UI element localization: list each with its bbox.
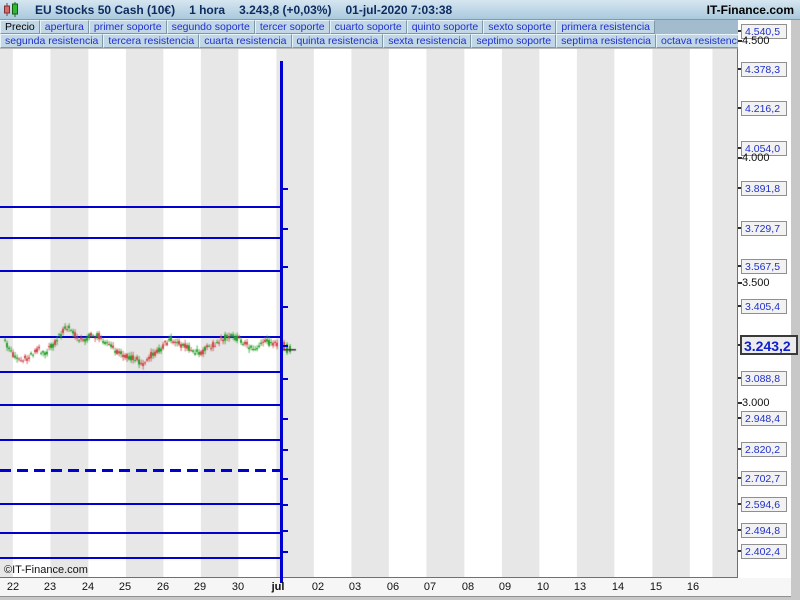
time-line-price-tick [282,418,288,420]
toolbar-button-quinta-resistencia[interactable]: quinta resistencia [292,34,384,48]
time-axis-label: 22 [7,581,19,593]
toolbar-button-cuarta-resistencia[interactable]: cuarta resistencia [199,34,291,48]
time-axis-label: 26 [157,581,169,593]
toolbar-button-octava-resistencia[interactable]: octava resistencia [656,34,738,48]
copyright-watermark: ©IT-Finance.com [4,564,88,576]
indicator-toolbar: Precioaperturaprimer soportesegundo sopo… [0,20,738,48]
time-axis-label: jul [272,581,285,593]
datetime-label: 01-jul-2020 7:03:38 [345,3,452,17]
toolbar-row-2: segunda resistenciatercera resistenciacu… [0,34,738,48]
time-axis-label: 16 [687,581,699,593]
price-level-label: 2.594,6 [741,497,787,512]
time-line-price-tick [282,551,288,553]
time-axis[interactable]: 22 23 24 25 26 29 30 jul 02 03 06 07 08 09 10 13 14 15 16 [0,578,791,597]
time-axis-label: 25 [119,581,131,593]
time-axis-label: 23 [44,581,56,593]
candlestick-icon [3,2,21,17]
current-time-line [280,61,283,579]
time-axis-label: 02 [312,581,324,593]
time-axis-label: 29 [194,581,206,593]
title-bar: EU Stocks 50 Cash (10€) 1 hora 3.243,8 (… [0,0,800,20]
time-line-price-tick [282,266,288,268]
toolbar-button-sexta-resistencia[interactable]: sexta resistencia [383,34,471,48]
time-axis-label: 15 [650,581,662,593]
price-level-label: 4.216,2 [741,101,787,116]
brand-label: IT-Finance.com [707,3,794,17]
time-line-price-tick [282,378,288,380]
time-line-price-tick [282,478,288,480]
price-level-label: 2.402,4 [741,544,787,559]
price-level-label: 3.891,8 [741,181,787,196]
time-axis-label: 30 [232,581,244,593]
time-line-price-tick [282,306,288,308]
price-level-label: 3.088,8 [741,371,787,386]
price-level-label: 3.729,7 [741,221,787,236]
toolbar-button-cuarto-soporte[interactable]: cuarto soporte [330,20,407,34]
time-axis-label: 09 [499,581,511,593]
toolbar-button-tercera-resistencia[interactable]: tercera resistencia [103,34,199,48]
last-price-change: 3.243,8 (+0,03%) [239,3,331,17]
price-axis[interactable]: 4.540,54.5004.378,34.216,24.054,04.0003.… [738,20,791,578]
price-axis-label: 3.500 [742,276,770,290]
toolbar-row-1: Precioaperturaprimer soportesegundo sopo… [0,20,738,34]
toolbar-button-quinto-soporte[interactable]: quinto soporte [407,20,484,34]
toolbar-button-septimo-soporte[interactable]: septimo soporte [471,34,556,48]
toolbar-button-tercer-soporte[interactable]: tercer soporte [255,20,330,34]
price-level-label: 2.702,7 [741,471,787,486]
time-axis-label: 14 [612,581,624,593]
timeframe-label: 1 hora [189,3,225,17]
price-chart-canvas[interactable] [0,49,738,579]
price-level-label: 2.820,2 [741,442,787,457]
toolbar-button-precio[interactable]: Precio [0,20,40,34]
current-price-label: 3.243,2 [740,335,798,355]
time-line-price-tick [282,504,288,506]
time-axis-label: 03 [349,581,361,593]
price-level-label: 2.948,4 [741,411,787,426]
price-level-label: 2.494,8 [741,523,787,538]
price-axis-label: 3.000 [742,396,770,410]
time-axis-label: 06 [387,581,399,593]
time-axis-label: 13 [574,581,586,593]
toolbar-button-primer-soporte[interactable]: primer soporte [89,20,167,34]
price-axis-label: 4.500 [742,34,770,48]
toolbar-button-primera-resistencia[interactable]: primera resistencia [556,20,655,34]
time-line-price-tick [282,345,288,347]
time-axis-label: 08 [462,581,474,593]
time-line-price-tick [282,530,288,532]
chart-window: EU Stocks 50 Cash (10€) 1 hora 3.243,8 (… [0,0,800,600]
time-line-price-tick [282,188,288,190]
toolbar-button-septima-resistencia[interactable]: septima resistencia [556,34,656,48]
time-axis-label: 24 [82,581,94,593]
price-level-label: 4.378,3 [741,62,787,77]
toolbar-button-segundo-soporte[interactable]: segundo soporte [167,20,255,34]
instrument-name: EU Stocks 50 Cash (10€) [35,3,175,17]
price-level-label: 3.405,4 [741,299,787,314]
toolbar-button-apertura[interactable]: apertura [40,20,89,34]
toolbar-button-segunda-resistencia[interactable]: segunda resistencia [0,34,103,48]
price-level-label: 3.567,5 [741,259,787,274]
plot-area[interactable]: ©IT-Finance.com [0,48,738,578]
time-line-price-tick [282,228,288,230]
time-axis-label: 07 [424,581,436,593]
time-line-price-tick [282,449,288,451]
toolbar-button-sexto-soporte[interactable]: sexto soporte [483,20,556,34]
time-axis-label: 10 [537,581,549,593]
price-axis-label: 4.000 [742,151,770,165]
